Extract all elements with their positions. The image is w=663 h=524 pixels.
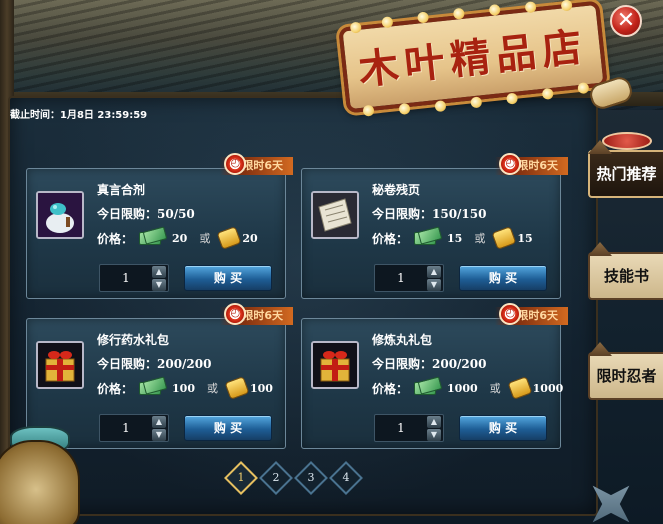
badge-label: 限时6天 — [242, 309, 283, 322]
gold-price: 20 — [242, 231, 258, 245]
price-or: 或 — [474, 232, 486, 245]
decrease-quantity-button[interactable]: ▼ — [427, 279, 441, 291]
item-name: 秘卷残页 — [372, 183, 421, 197]
quantity-stepper[interactable]: 1 ▲ ▼ — [99, 264, 169, 292]
cash-icon — [139, 226, 169, 247]
item-name: 修炼丸礼包 — [372, 333, 433, 347]
tab-hot-recommend[interactable]: 热门推荐 — [588, 132, 663, 198]
gold-coin-icon — [491, 226, 517, 250]
tab-label: 限时忍者 — [596, 367, 657, 385]
price-or: 或 — [206, 382, 218, 395]
buy-button[interactable]: 购 买 — [184, 265, 272, 291]
item-card: ◴ 限时6天 真言合剂 今日限购：50/50 价格： 20 或 20 1 ▲ ▼ — [26, 153, 293, 299]
item-name: 修行药水礼包 — [97, 333, 170, 347]
quantity-stepper[interactable]: 1 ▲ ▼ — [99, 414, 169, 442]
price-label: 价格： — [372, 231, 409, 246]
gold-coin-icon — [507, 376, 533, 400]
item-icon-frame[interactable] — [311, 191, 359, 239]
price-row: 价格： 15 或 15 — [372, 226, 533, 250]
quantity-input[interactable]: 1 — [389, 421, 413, 435]
daily-limit: 今日限购：200/200 — [97, 357, 212, 371]
limited-time-badge: ◴ 限时6天 — [220, 153, 293, 175]
quantity-input[interactable]: 1 — [114, 271, 138, 285]
bulb-icon — [417, 11, 430, 24]
gold-price: 100 — [249, 381, 273, 395]
item-icon-frame[interactable] — [311, 341, 359, 389]
decrease-quantity-button[interactable]: ▼ — [427, 429, 441, 441]
item-card: ◴ 限时6天 修炼丸礼包 今日限购：200/200 价格： 1000 或 100… — [301, 303, 568, 449]
potion-bag-icon — [38, 193, 82, 237]
ribbon-icon — [602, 132, 652, 150]
tab-label: 热门推荐 — [596, 165, 657, 183]
limited-time-badge: ◴ 限时6天 — [495, 303, 568, 325]
price-label: 价格： — [372, 381, 409, 396]
bulb-icon — [524, 1, 537, 14]
badge-label: 限时6天 — [242, 159, 283, 172]
cash-price: 1000 — [447, 381, 478, 395]
bulb-icon — [349, 21, 362, 34]
cash-price: 100 — [172, 381, 195, 395]
money-bag-decoration — [0, 440, 80, 524]
page-number: 2 — [272, 471, 280, 484]
buy-button[interactable]: 购 买 — [459, 265, 547, 291]
quantity-input[interactable]: 1 — [114, 421, 138, 435]
cash-icon — [414, 226, 444, 247]
cash-icon — [139, 376, 169, 397]
price-row: 价格： 20 或 20 — [97, 226, 258, 250]
quantity-stepper[interactable]: 1 ▲ ▼ — [374, 264, 444, 292]
shop-scene: 截止时间：1月8日 23:59:59 木叶精品店 ✕ 热门推荐 技能书 限时忍者… — [0, 0, 663, 524]
bulb-icon — [488, 3, 501, 17]
tab-label: 技能书 — [603, 267, 649, 285]
item-icon-frame[interactable] — [36, 191, 84, 239]
bulb-icon — [560, 0, 573, 12]
gold-price: 1000 — [532, 381, 564, 395]
item-name: 真言合剂 — [97, 183, 146, 197]
price-or: 或 — [489, 382, 501, 395]
limited-time-badge: ◴ 限时6天 — [220, 303, 293, 325]
increase-quantity-button[interactable]: ▲ — [427, 266, 441, 278]
limited-time-badge: ◴ 限时6天 — [495, 153, 568, 175]
gold-coin-icon — [224, 376, 250, 400]
increase-quantity-button[interactable]: ▲ — [427, 416, 441, 428]
close-icon: ✕ — [616, 8, 636, 33]
item-icon-frame[interactable] — [36, 341, 84, 389]
decrease-quantity-button[interactable]: ▼ — [152, 429, 166, 441]
gold-coin-icon — [216, 226, 242, 250]
badge-label: 限时6天 — [517, 309, 558, 322]
bulb-icon — [452, 7, 465, 20]
deadline-text: 截止时间：1月8日 23:59:59 — [10, 110, 148, 121]
buy-button[interactable]: 购 买 — [184, 415, 272, 441]
daily-limit: 今日限购：150/150 — [372, 207, 487, 221]
page-number: 4 — [342, 471, 350, 484]
price-row: 价格： 100 或 100 — [97, 376, 273, 400]
cash-icon — [414, 376, 444, 397]
quantity-input[interactable]: 1 — [389, 271, 413, 285]
page-number: 3 — [307, 471, 315, 484]
increase-quantity-button[interactable]: ▲ — [152, 266, 166, 278]
tab-skill-books[interactable]: 技能书 — [588, 252, 663, 300]
daily-limit: 今日限购：50/50 — [97, 207, 195, 221]
decrease-quantity-button[interactable]: ▼ — [152, 279, 166, 291]
cash-price: 20 — [172, 231, 188, 245]
page-number: 1 — [237, 471, 245, 484]
gift-box-icon — [38, 343, 82, 387]
close-button[interactable]: ✕ — [610, 5, 642, 37]
price-row: 价格： 1000 或 1000 — [372, 376, 564, 400]
price-label: 价格： — [97, 381, 134, 396]
scroll-page-icon — [313, 193, 357, 237]
increase-quantity-button[interactable]: ▲ — [152, 416, 166, 428]
quantity-stepper[interactable]: 1 ▲ ▼ — [374, 414, 444, 442]
daily-limit: 今日限购：200/200 — [372, 357, 487, 371]
tab-limited-ninja[interactable]: 限时忍者 — [588, 352, 663, 400]
buy-button[interactable]: 购 买 — [459, 415, 547, 441]
price-label: 价格： — [97, 231, 134, 246]
item-card: ◴ 限时6天 秘卷残页 今日限购：150/150 价格： 15 或 15 1 ▲ — [301, 153, 568, 299]
price-or: 或 — [199, 232, 211, 245]
bulb-icon — [381, 16, 394, 29]
cash-price: 15 — [447, 231, 463, 245]
gold-price: 15 — [517, 231, 533, 245]
item-card: ◴ 限时6天 修行药水礼包 今日限购：200/200 价格： 100 或 100… — [26, 303, 293, 449]
gift-box-icon — [313, 343, 357, 387]
badge-label: 限时6天 — [517, 159, 558, 172]
